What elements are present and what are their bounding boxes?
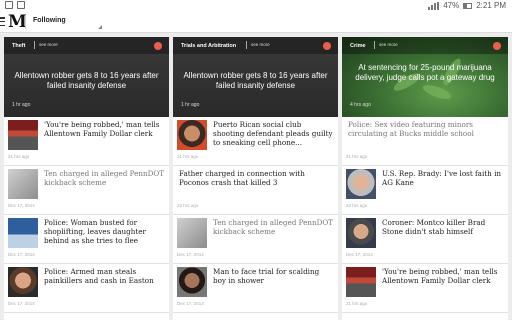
item-headline[interactable]: Ten charged in alleged PennDOT kickback … [44,169,165,187]
item-timestamp: 21 hrs ago [346,154,368,159]
hero-story[interactable]: Trials and Arbitration see more Allentow… [173,37,338,117]
thumbnail-image [8,267,38,297]
topic-tag[interactable]: Trials and Arbitration [181,43,236,49]
thumbnail-image [8,120,38,150]
item-timestamp: Dec 17, 2014 [8,203,35,208]
leaf-shape [421,82,453,102]
menu-icon[interactable] [0,17,5,26]
list-item[interactable]: Police: Sex video featuring minors circu… [342,117,508,166]
notification-icon [5,1,13,9]
item-timestamp: Dec 17, 2014 [177,252,204,257]
thumbnail-image [8,218,38,248]
item-headline[interactable]: Police: Sex video featuring minors circu… [348,120,504,138]
see-more-link[interactable]: see more [374,41,398,49]
item-timestamp: Dec 17, 2014 [8,252,35,257]
app-logo[interactable]: M [8,12,27,32]
signal-icon [428,1,440,10]
item-headline[interactable]: Police: Woman busted for shoplifting, le… [44,218,165,245]
unfollow-dot-icon[interactable] [323,42,331,50]
thumbnail-image [346,169,376,199]
list-item[interactable]: U.S. Rep. Brady: I've lost faith in AG K… [342,166,508,215]
list-item[interactable]: Police: Woman busted for shoplifting, le… [4,215,169,264]
divider [25,15,26,29]
unfollow-dot-icon[interactable] [154,42,162,50]
item-headline[interactable]: Father charged in connection with Pocono… [179,169,334,187]
hero-story[interactable]: Theft see more Allentown robber gets 8 t… [4,37,169,117]
hero-timestamp: 1 hr ago [12,102,31,108]
thumbnail-image [177,267,207,297]
battery-percent: 47% [443,1,460,10]
thumbnail-image [177,120,207,150]
see-more-link[interactable]: see more [34,41,58,49]
hero-timestamp: 4 hrs ago [350,102,371,108]
item-timestamp: 21 hrs ago [8,154,30,159]
hero-headline[interactable]: Allentown robber gets 8 to 16 years afte… [10,71,163,91]
topic-header: Crime see more [342,37,508,54]
notification-icons [5,1,25,9]
clock: 2:21 PM [476,1,506,10]
status-indicators: 47% 2:21 PM [428,0,506,11]
item-headline[interactable]: Ten charged in alleged PennDOT kickback … [213,218,334,236]
hero-story[interactable]: Crime see more At sentencing for 25-poun… [342,37,508,117]
item-headline[interactable]: Coroner: Montco killer Brad Stone didn't… [382,218,504,236]
status-bar: 47% 2:21 PM [0,0,512,11]
list-item[interactable]: Ten charged in alleged PennDOT kickback … [4,166,169,215]
list-item[interactable]: Ten charged in alleged PennDOT kickback … [173,215,338,264]
list-item[interactable]: Man to face trial for scalding boy in sh… [173,264,338,313]
item-timestamp: 21 hrs ago [346,301,368,306]
item-headline[interactable]: U.S. Rep. Brady: I've lost faith in AG K… [382,169,504,187]
topic-header: Trials and Arbitration see more [173,37,338,54]
thumbnail-image [177,218,207,248]
section-selector[interactable]: Following [33,17,66,24]
dropdown-caret-icon[interactable] [98,25,102,29]
item-timestamp: Dec 17, 2014 [177,301,204,306]
list-item[interactable]: Father charged in connection with Pocono… [173,166,338,215]
unfollow-dot-icon[interactable] [493,42,501,50]
list-item[interactable]: 'You're being robbed,' man tells Allento… [342,264,508,313]
topic-tag[interactable]: Crime [350,43,366,49]
list-item[interactable]: Puerto Rican social club shooting defend… [173,117,338,166]
item-timestamp: Dec 17, 2014 [346,252,373,257]
topic-column-crime: Crime see more At sentencing for 25-poun… [342,37,508,320]
app-bar: M Following [0,11,512,33]
item-timestamp: 21 hrs ago [177,154,199,159]
item-headline[interactable]: Puerto Rican social club shooting defend… [213,120,334,147]
item-timestamp: 22 hrs ago [177,203,199,208]
hero-headline[interactable]: At sentencing for 25-pound marijuana del… [348,63,502,83]
list-item[interactable]: Police: Armed man steals painkillers and… [4,264,169,313]
topic-tag[interactable]: Theft [12,43,25,49]
item-headline[interactable]: Police: Armed man steals painkillers and… [44,267,165,285]
list-item[interactable]: Coroner: Montco killer Brad Stone didn't… [342,215,508,264]
item-headline[interactable]: 'You're being robbed,' man tells Allento… [44,120,165,138]
see-more-link[interactable]: see more [246,41,270,49]
item-headline[interactable]: Man to face trial for scalding boy in sh… [213,267,334,285]
item-timestamp: Dec 17, 2014 [8,301,35,306]
topic-column-theft: Theft see more Allentown robber gets 8 t… [4,37,169,320]
hero-headline[interactable]: Allentown robber gets 8 to 16 years afte… [179,71,332,91]
item-timestamp: 22 hrs ago [346,203,368,208]
hero-timestamp: 1 hr ago [181,102,200,108]
battery-icon [463,2,473,9]
thumbnail-image [346,218,376,248]
topic-column-trials-and-arbitration: Trials and Arbitration see more Allentow… [173,37,338,320]
item-headline[interactable]: 'You're being robbed,' man tells Allento… [382,267,504,285]
thumbnail-image [8,169,38,199]
notification-icon [17,1,25,9]
topic-header: Theft see more [4,37,169,54]
list-item[interactable]: 'You're being robbed,' man tells Allento… [4,117,169,166]
thumbnail-image [346,267,376,297]
